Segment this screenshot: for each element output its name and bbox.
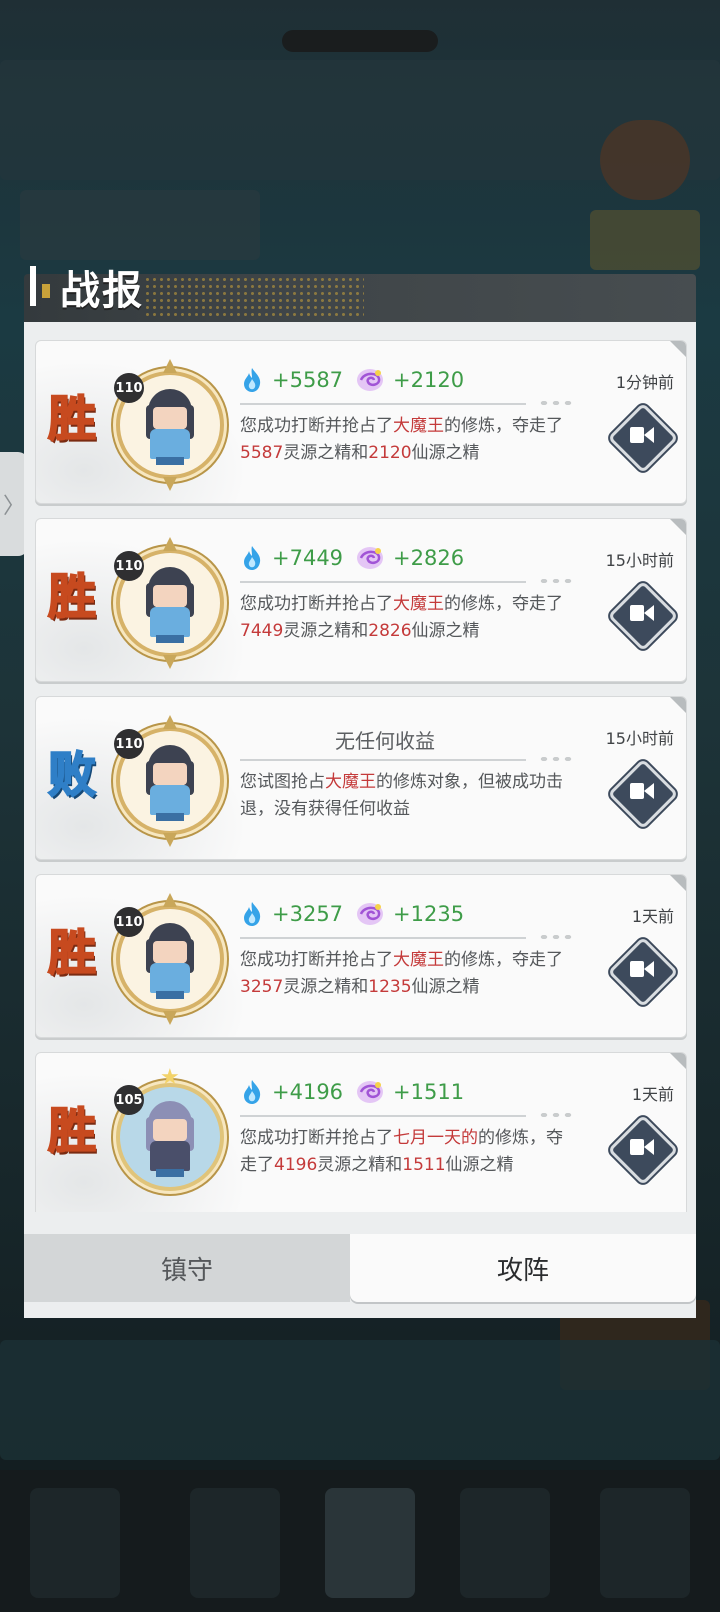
level-badge: 110 — [114, 907, 144, 937]
video-camera-icon — [630, 783, 644, 799]
report-description: 您成功打断并抢占了七月一天的的修炼，夺走了4196灵源之精和1511仙源之精 — [240, 1128, 563, 1175]
report-time: 1天前 — [631, 907, 674, 926]
swordsman-avatar[interactable]: 110 — [114, 537, 224, 669]
report-time: 15小时前 — [605, 729, 674, 748]
report-description: 您试图抢占大魔王的修炼对象，但被成功击退，没有获得任何收益 — [240, 772, 563, 819]
nav-slot[interactable] — [460, 1488, 550, 1598]
battle-report-header: 战报 — [24, 258, 696, 322]
purple-swirl-icon — [357, 1081, 384, 1103]
chevron-right-icon: 〉 — [2, 494, 25, 519]
nav-slot[interactable] — [30, 1488, 120, 1598]
gains-row: +5587 +2120 — [240, 363, 476, 397]
elf-avatar[interactable]: ★ 105 — [114, 1065, 224, 1191]
report-time: 1天前 — [631, 1085, 674, 1104]
report-card: 胜 ★ 105 +4196 +1511 您成功打断并抢占了七月一天的的修炼，夺走… — [35, 1052, 687, 1212]
immortal-essence-gain: +2120 — [393, 368, 465, 392]
video-camera-icon — [630, 961, 644, 977]
spirit-essence-gain: +4196 — [272, 1080, 344, 1104]
result-label: 胜 — [47, 1102, 97, 1160]
result-label: 胜 — [47, 390, 97, 448]
page-title: 战报 — [60, 268, 144, 314]
tab-attack[interactable]: 攻阵 — [350, 1234, 696, 1302]
report-card: 胜 110 +3257 +1235 您成功打断并抢占了大魔王的修炼，夺走了325… — [35, 874, 687, 1038]
report-tabs: 镇守 攻阵 — [24, 1234, 696, 1318]
nav-slot[interactable] — [325, 1488, 415, 1598]
star-icon: ★ — [160, 1065, 180, 1090]
immortal-essence-gain: +1511 — [393, 1080, 465, 1104]
purple-swirl-icon — [357, 903, 384, 925]
replay-button[interactable] — [607, 580, 679, 652]
blue-flame-icon — [244, 546, 261, 570]
gains-row: +7449 +2826 — [240, 541, 476, 575]
replay-button[interactable] — [607, 402, 679, 474]
camera-notch — [282, 30, 438, 52]
report-card: 胜 110 +7449 +2826 您成功打断并抢占了大魔王的修炼，夺走了744… — [35, 518, 687, 682]
level-badge: 110 — [114, 729, 144, 759]
purple-swirl-icon — [357, 369, 384, 391]
report-description: 您成功打断并抢占了大魔王的修炼，夺走了3257灵源之精和1235仙源之精 — [240, 950, 563, 997]
blue-flame-icon — [244, 902, 261, 926]
battle-report-panel: 胜 110 +5587 +2120 您成功打断并抢占了大魔王的修炼，夺走了558… — [24, 322, 696, 1318]
result-label: 胜 — [47, 568, 97, 626]
report-description: 您成功打断并抢占了大魔王的修炼，夺走了7449灵源之精和2826仙源之精 — [240, 594, 563, 641]
nav-slot[interactable] — [600, 1488, 690, 1598]
swordsman-avatar[interactable]: 110 — [114, 893, 224, 1025]
spirit-essence-gain: +3257 — [272, 902, 344, 926]
gains-row: +4196 +1511 — [240, 1075, 476, 1109]
replay-button[interactable] — [607, 758, 679, 830]
immortal-essence-gain: +2826 — [393, 546, 465, 570]
video-camera-icon — [630, 427, 644, 443]
level-badge: 110 — [114, 551, 144, 581]
replay-button[interactable] — [607, 936, 679, 1008]
spirit-essence-gain: +5587 — [272, 368, 344, 392]
swordsman-avatar[interactable]: 110 — [114, 359, 224, 491]
gains-row: +3257 +1235 — [240, 897, 476, 931]
purple-swirl-icon — [357, 547, 384, 569]
immortal-essence-gain: +1235 — [393, 902, 465, 926]
report-card: 败 110 无任何收益 您试图抢占大魔王的修炼对象，但被成功击退，没有获得任何收… — [35, 696, 687, 860]
no-gain-text: 无任何收益 — [335, 729, 435, 753]
report-time: 1分钟前 — [615, 373, 674, 392]
report-description: 您成功打断并抢占了大魔王的修炼，夺走了5587灵源之精和2120仙源之精 — [240, 416, 563, 463]
report-card: 胜 110 +5587 +2120 您成功打断并抢占了大魔王的修炼，夺走了558… — [35, 340, 687, 504]
blue-flame-icon — [244, 368, 261, 392]
replay-button[interactable] — [607, 1114, 679, 1186]
level-badge: 110 — [114, 373, 144, 403]
nav-slot[interactable] — [190, 1488, 280, 1598]
report-list[interactable]: 胜 110 +5587 +2120 您成功打断并抢占了大魔王的修炼，夺走了558… — [24, 322, 696, 1212]
video-camera-icon — [630, 605, 644, 621]
result-label: 胜 — [47, 924, 97, 982]
report-time: 15小时前 — [605, 551, 674, 570]
spirit-essence-gain: +7449 — [272, 546, 344, 570]
level-badge: 105 — [114, 1085, 144, 1115]
blue-flame-icon — [244, 1080, 261, 1104]
result-label: 败 — [47, 746, 97, 804]
video-camera-icon — [630, 1139, 644, 1155]
tab-defend[interactable]: 镇守 — [24, 1234, 350, 1302]
swordsman-avatar[interactable]: 110 — [114, 715, 224, 847]
